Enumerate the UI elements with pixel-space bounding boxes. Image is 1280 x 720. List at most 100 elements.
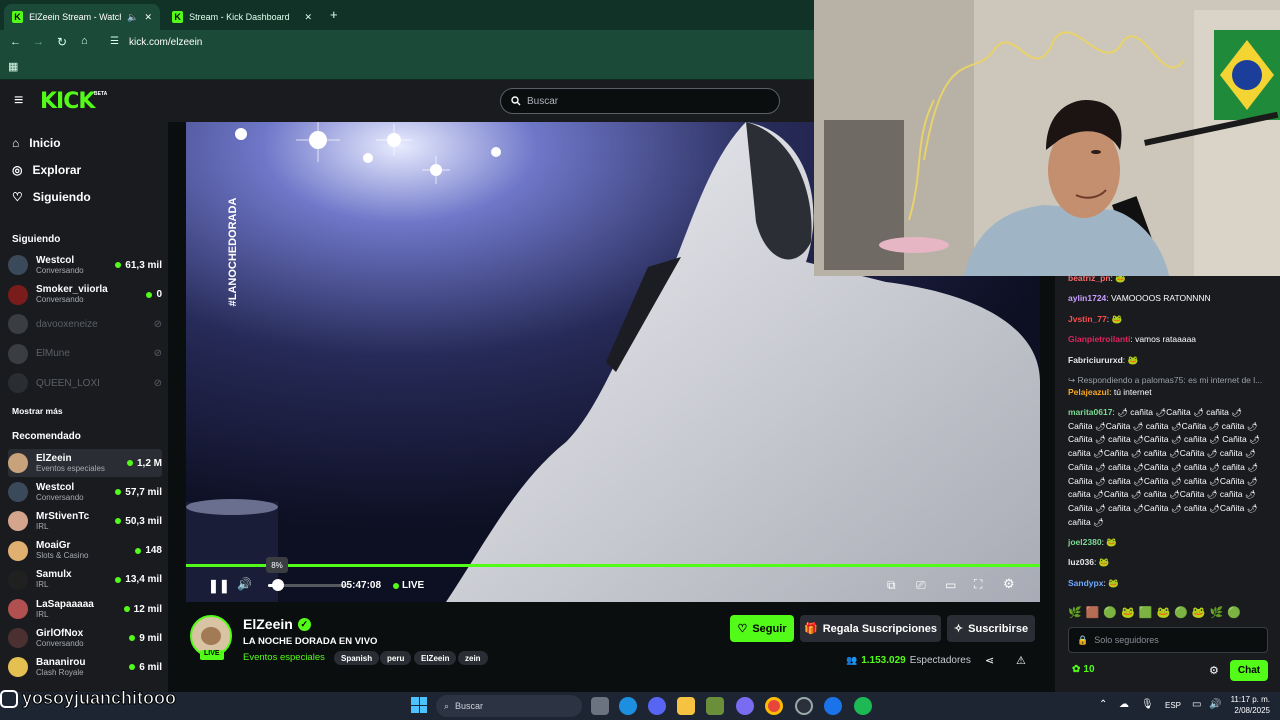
volume-tray-icon[interactable]: 🔊 [1209,699,1221,710]
chrome-icon[interactable] [765,697,783,715]
emote-icon[interactable]: 🟢 [1174,606,1188,622]
close-tab-icon[interactable]: ✕ [304,12,312,23]
nav-inicio[interactable]: ⌂ Inicio [12,136,61,150]
sidebar-channel-elmune[interactable]: ElMune ⊘ [8,340,162,368]
live-indicator[interactable]: LIVE [393,580,424,591]
chat-input[interactable]: 🔒 Solo seguidores [1068,627,1268,653]
forward-icon[interactable]: → [33,36,44,48]
chat-username[interactable]: joel2380 [1068,537,1102,547]
emote-bar[interactable]: 🌿 🟫 🟢 🐸 🟩 🐸 🟢 🐸 🌿 🟢 [1068,606,1268,622]
clock-date[interactable]: 2/08/2025 [1228,706,1270,715]
channel-points[interactable]: ✿ 10 [1072,664,1095,675]
discord-icon[interactable] [648,697,666,715]
tag-chip[interactable]: Spanish [334,651,380,665]
share-icon[interactable]: ⋖ [985,654,994,667]
emote-icon[interactable]: 🟢 [1103,606,1117,622]
app-icon[interactable] [824,697,842,715]
edge-browser-icon[interactable] [619,697,637,715]
sidebar-channel-queen-loxi[interactable]: QUEEN_LOXI ⊘ [8,369,162,397]
sidebar-channel-smoker-viiorla[interactable]: Smoker_viiorla Conversando 0 [8,281,162,309]
chat-username[interactable]: marita0617 [1068,407,1112,417]
clock-time[interactable]: 11:17 p. m. [1228,695,1270,704]
task-view-icon[interactable] [591,697,609,715]
sidebar-channel-westcol[interactable]: Westcol Conversando 57,7 mil [8,478,162,506]
follow-button[interactable]: ♡ Seguir [730,615,794,642]
kick-logo[interactable]: KICK [40,89,95,114]
tag-chip[interactable]: zein [458,651,488,665]
channel-name: ElMune [36,348,70,359]
gift-subs-button[interactable]: 🎁 Regala Suscripciones [800,615,941,642]
chat-username[interactable]: Fabriciururxd [1068,355,1123,365]
send-chat-button[interactable]: Chat [1230,660,1268,681]
emote-icon[interactable]: 🟩 [1139,606,1153,622]
close-tab-icon[interactable]: ✕ [144,12,152,23]
chat-username[interactable]: Sandypx [1068,578,1103,588]
progress-bar[interactable] [186,564,1040,567]
cloud-icon[interactable]: ☁ [1119,699,1129,710]
report-warning-icon[interactable]: ⚠ [1016,654,1026,667]
home-icon[interactable]: ⌂ [81,35,88,47]
theater-mode-icon[interactable]: ▭ [945,578,956,592]
browser-tab-stream[interactable]: K ElZeein Stream - Watch Live 🔈 ✕ [4,4,160,30]
nav-siguiendo[interactable]: ♡ Siguiendo [12,190,91,204]
sidebar-channel-moaigr[interactable]: MoaiGr Slots & Casino 148 [8,537,162,565]
sidebar-channel-girlofnox[interactable]: GirlOfNox Conversando 9 mil [8,624,162,652]
emote-icon[interactable]: 🐸 [1157,606,1171,622]
back-icon[interactable]: ← [10,36,21,48]
speaker-icon[interactable]: 🔈 [127,12,138,23]
spotify-icon[interactable] [854,697,872,715]
new-tab-icon[interactable]: + [330,7,338,22]
nav-explorar[interactable]: ◎ Explorar [12,163,81,177]
network-icon[interactable]: ▭ [1192,699,1201,710]
chat-username[interactable]: Gianpietroilanti [1068,334,1130,344]
site-info-icon[interactable]: ☰ [110,36,119,47]
chat-settings-icon[interactable]: ⚙ [1209,664,1219,677]
tag-chip[interactable]: ElZeein [414,651,457,665]
microphone-icon[interactable]: 🎙 [1141,699,1154,710]
clip-icon[interactable]: ⎚ [916,578,926,593]
chat-username[interactable]: Jvstin_77 [1068,314,1107,324]
minecraft-icon[interactable] [706,697,724,715]
volume-icon[interactable]: 🔊 [237,577,252,591]
obs-icon[interactable] [795,697,813,715]
tray-chevron-icon[interactable]: ⌃ [1099,699,1107,710]
sidebar-channel-lasapaaaaa[interactable]: LaSapaaaaa IRL 12 mil [8,595,162,623]
fullscreen-icon[interactable]: ⛶ [974,577,982,592]
emote-icon[interactable]: 🌿 [1068,606,1082,622]
chat-username[interactable]: luz036 [1068,557,1094,567]
chat-username[interactable]: aylin1724 [1068,293,1106,303]
windows-start-icon[interactable] [411,697,427,713]
reload-icon[interactable]: ↻ [57,35,67,49]
sidebar-channel-mrstiventc[interactable]: MrStivenTc IRL 50,3 mil [8,507,162,535]
taskbar-search[interactable]: ⌕ Buscar [436,695,582,717]
subscribe-button[interactable]: ✧ Suscribirse [947,615,1035,642]
file-explorer-icon[interactable] [677,697,695,715]
chat-text: vamos rataaaaa [1135,334,1197,344]
stream-category[interactable]: Eventos especiales [243,652,325,663]
show-more-link[interactable]: Mostrar más [12,406,63,416]
apps-grid-icon[interactable]: ▦ [8,60,18,73]
emote-icon[interactable]: 🌿 [1210,606,1224,622]
chat-username[interactable]: Pelajeazul [1068,387,1109,397]
sidebar-channel-elzeein[interactable]: ElZeein Eventos especiales 1,2 M [8,449,162,477]
emote-icon[interactable]: 🐸 [1192,606,1206,622]
sidebar-channel-westcol[interactable]: Westcol Conversando 61,3 mil [8,251,162,279]
tag-chip[interactable]: peru [380,651,412,665]
sidebar-channel-davooxeneize[interactable]: davooxeneize ⊘ [8,310,162,338]
copilot-icon[interactable] [736,697,754,715]
emote-icon[interactable]: 🟫 [1086,606,1100,622]
search-input[interactable]: Buscar [500,88,780,114]
emote-icon[interactable]: 🟢 [1227,606,1241,622]
url-text[interactable]: kick.com/elzeein [129,37,202,48]
settings-gear-icon[interactable]: ⚙ [1003,576,1015,592]
emote-icon[interactable]: 🐸 [1121,606,1135,622]
sidebar-channel-bananirou[interactable]: Bananirou Clash Royale 6 mil [8,653,162,681]
volume-knob[interactable] [272,579,284,591]
miniplayer-icon[interactable]: ⧉ [887,578,896,593]
hamburger-menu-icon[interactable]: ≡ [14,92,23,110]
language-indicator[interactable]: ESP [1165,701,1181,710]
sidebar-channel-samulx[interactable]: Samulx IRL 13,4 mil [8,566,162,594]
pause-icon[interactable]: ❚❚ [208,578,230,594]
streamer-name[interactable]: ElZeein [243,616,293,632]
browser-tab-dashboard[interactable]: K Stream - Kick Dashboard ✕ [164,4,320,30]
